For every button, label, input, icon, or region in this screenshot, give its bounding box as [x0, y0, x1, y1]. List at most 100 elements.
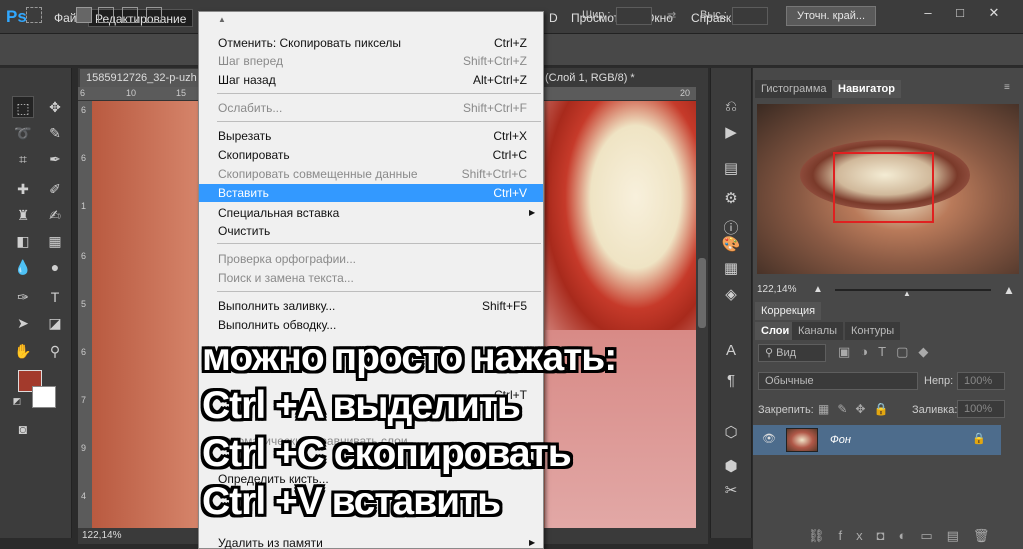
properties-icon[interactable]: ✂	[719, 480, 743, 502]
menu-item-step-forward[interactable]: Шаг вперед Shift+Ctrl+Z	[199, 52, 543, 70]
subtract-selection-icon[interactable]	[122, 7, 138, 23]
zoom-readout[interactable]: 122,14%	[82, 528, 121, 544]
healing-icon[interactable]: ✚	[12, 178, 34, 200]
width-field[interactable]	[616, 7, 652, 25]
maximize-button[interactable]: □	[946, 4, 974, 22]
paragraph-icon[interactable]: ¶	[719, 370, 743, 392]
marquee-tool-icon[interactable]	[26, 7, 42, 23]
ruler-tick-label: 6	[80, 88, 86, 98]
ruler-tick-label: 6	[81, 347, 87, 357]
actions-play-icon[interactable]: ▶	[719, 122, 743, 144]
crop-icon[interactable]: ⌗	[12, 148, 34, 170]
type-icon[interactable]: T	[44, 286, 66, 308]
stamp-icon[interactable]: ♜	[12, 204, 34, 226]
ruler-tick-label: 6	[81, 105, 87, 115]
tab-channels[interactable]: Каналы	[792, 322, 844, 340]
layer-footer-icons[interactable]: ⛓fx◘◐▭▤🗑	[808, 528, 1003, 544]
history-brush-icon[interactable]: ✍	[44, 204, 66, 226]
tab-histogram[interactable]: Гистограмма	[755, 80, 833, 98]
default-colors-icon[interactable]: ◩	[10, 394, 24, 408]
menu-item-purge[interactable]: Удалить из памяти ▶	[199, 534, 543, 549]
document-tab-info: (Слой 1, RGB/8) *	[545, 72, 635, 84]
gradient-icon[interactable]: ▦	[44, 230, 66, 252]
close-button[interactable]: ✕	[980, 4, 1008, 22]
scroll-up-icon[interactable]: ▲	[218, 15, 226, 24]
zoom-slider[interactable]	[835, 289, 991, 291]
3d-icon[interactable]: ⬢	[719, 456, 743, 478]
history-icon[interactable]: ⎌	[719, 96, 743, 118]
navigator-view-frame[interactable]	[833, 152, 934, 223]
zoom-slider-handle[interactable]: ▲	[903, 285, 911, 303]
hand-icon[interactable]: ✋	[12, 340, 34, 362]
layer-name[interactable]: Фон	[830, 434, 851, 446]
lock-label: Закрепить:	[758, 404, 814, 416]
lasso-icon[interactable]: ➰	[12, 122, 34, 144]
add-selection-icon[interactable]	[98, 7, 114, 23]
layer-kind-filter[interactable]: ⚲ Вид	[758, 344, 826, 362]
navigator-zoom-value[interactable]: 122,14%	[757, 281, 796, 299]
eraser-icon[interactable]: ◧	[12, 230, 34, 252]
quick-select-icon[interactable]: ✎	[44, 122, 66, 144]
dodge-icon[interactable]: ●	[44, 256, 66, 278]
pen-icon[interactable]: ✑	[12, 286, 34, 308]
new-selection-icon[interactable]	[76, 7, 92, 23]
intersect-selection-icon[interactable]	[146, 7, 162, 23]
swap-icon[interactable]: ⇄	[667, 9, 676, 22]
menu-item-cut[interactable]: Вырезать Ctrl+X	[199, 127, 543, 145]
tool-presets-icon[interactable]: ⬡	[719, 422, 743, 444]
color-palette-icon[interactable]: 🎨	[719, 234, 743, 256]
menu-d[interactable]: D	[543, 9, 564, 27]
marquee-icon[interactable]: ⬚	[12, 96, 34, 118]
character-icon[interactable]: A	[719, 340, 743, 362]
background-color-swatch[interactable]	[32, 386, 56, 408]
ruler-tick-label: 4	[81, 491, 87, 501]
menu-item-copy[interactable]: Скопировать Ctrl+C	[199, 146, 543, 164]
zoom-in-icon[interactable]: ▲	[1003, 281, 1015, 299]
menu-item-fade[interactable]: Ослабить... Shift+Ctrl+F	[199, 99, 543, 117]
tab-layers[interactable]: Слои	[755, 322, 796, 340]
lock-icons[interactable]: ▦✎✥🔒	[818, 402, 896, 416]
menu-item-fill[interactable]: Выполнить заливку... Shift+F5	[199, 297, 543, 315]
menu-item-stroke[interactable]: Выполнить обводку...	[199, 316, 543, 334]
menu-item-paste[interactable]: Вставить Ctrl+V	[199, 184, 543, 202]
blend-mode-select[interactable]: Обычные	[758, 372, 918, 390]
submenu-arrow-icon: ▶	[529, 538, 536, 547]
fill-field[interactable]: 100%	[957, 400, 1005, 418]
scrollbar-thumb[interactable]	[698, 258, 706, 328]
zoom-out-icon[interactable]: ▲	[813, 281, 823, 299]
caption-line-3: Ctrl +C скопировать	[202, 432, 572, 475]
menu-item-spelling[interactable]: Проверка орфографии...	[199, 250, 543, 268]
refine-edge-button[interactable]: Уточн. край...	[786, 6, 876, 26]
menu-item-copy-merged[interactable]: Скопировать совмещенные данные Shift+Ctrl…	[199, 165, 543, 183]
visibility-eye-icon[interactable]: 👁	[762, 432, 776, 445]
tab-navigator[interactable]: Навигатор	[832, 80, 901, 98]
clone-source-icon[interactable]: ⚙	[719, 188, 743, 210]
eyedropper-icon[interactable]: ✒	[44, 148, 66, 170]
brush-presets-icon[interactable]: ▤	[719, 158, 743, 180]
ruler-tick-label: 6	[81, 251, 87, 261]
minimize-button[interactable]: –	[914, 4, 942, 22]
width-label: Шир.:	[582, 9, 611, 21]
styles-icon[interactable]: ◈	[719, 284, 743, 306]
tab-adjustments[interactable]: Коррекция	[755, 302, 822, 320]
menu-item-clear[interactable]: Очистить	[199, 222, 543, 240]
move-icon[interactable]: ✥	[44, 96, 66, 118]
opacity-field[interactable]: 100%	[957, 372, 1005, 390]
path-select-icon[interactable]: ➤	[12, 312, 34, 334]
zoom-icon[interactable]: ⚲	[44, 340, 66, 362]
panel-menu-icon[interactable]: ≡	[1004, 82, 1010, 93]
filter-icons[interactable]: ▣◑T▢◆	[838, 344, 938, 360]
menu-item-paste-special[interactable]: Специальная вставка ▶	[199, 204, 543, 222]
menu-item-undo[interactable]: Отменить: Скопировать пикселы Ctrl+Z	[199, 34, 543, 52]
height-field[interactable]	[732, 7, 768, 25]
shape-icon[interactable]: ◪	[44, 312, 66, 334]
layer-lock-icon: 🔒	[972, 433, 986, 445]
document-tab[interactable]: 1585912726_32-p-uzh	[80, 69, 198, 87]
swatches-icon[interactable]: ▦	[719, 258, 743, 280]
menu-item-step-backward[interactable]: Шаг назад Alt+Ctrl+Z	[199, 71, 543, 89]
menu-item-find-replace[interactable]: Поиск и замена текста...	[199, 269, 543, 287]
brush-icon[interactable]: ✐	[44, 178, 66, 200]
quick-mask-icon[interactable]: ◙	[12, 418, 34, 440]
blur-icon[interactable]: 💧	[12, 256, 34, 278]
tab-paths[interactable]: Контуры	[845, 322, 901, 340]
